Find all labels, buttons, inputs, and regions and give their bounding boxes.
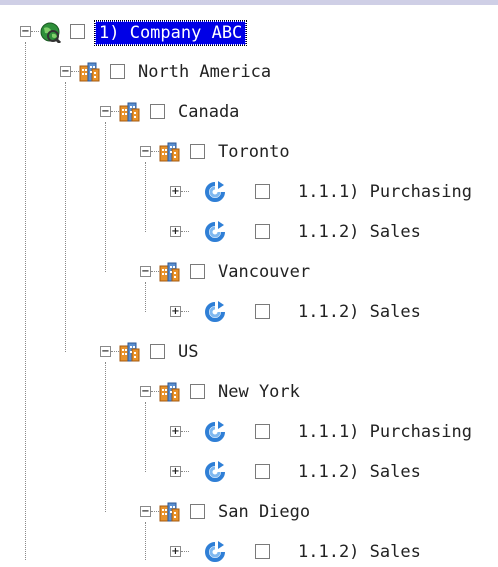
building-icon (159, 502, 180, 522)
department-icon (205, 181, 226, 202)
tree-connector-stub (181, 191, 189, 192)
tree-node-san-diego-sales[interactable]: + 1.1.2) Sales (170, 541, 498, 567)
collapse-toggle[interactable]: − (140, 266, 151, 277)
tree-node-toronto-purchasing[interactable]: + 1.1.1) Purchasing (170, 181, 498, 207)
tree-connector-line (145, 162, 146, 232)
expand-toggle[interactable]: + (170, 226, 181, 237)
node-checkbox[interactable] (255, 464, 270, 479)
node-checkbox[interactable] (70, 24, 85, 39)
expand-toggle[interactable]: + (170, 186, 181, 197)
expand-toggle[interactable]: + (170, 466, 181, 477)
node-checkbox[interactable] (255, 224, 270, 239)
tree-connector-stub (151, 151, 159, 152)
tree-connector-line (25, 42, 26, 560)
node-label[interactable]: Vancouver (215, 261, 313, 283)
node-checkbox[interactable] (150, 104, 165, 119)
node-label[interactable]: San Diego (215, 501, 313, 523)
tree-node-north-america[interactable]: − North America (60, 61, 498, 87)
tree-connector-stub (181, 431, 189, 432)
tree-connector-stub (181, 471, 189, 472)
tree-connector-stub (151, 271, 159, 272)
node-checkbox[interactable] (190, 144, 205, 159)
node-checkbox[interactable] (190, 264, 205, 279)
collapse-toggle[interactable]: − (20, 26, 31, 37)
node-label[interactable]: 1.1.2) Sales (295, 301, 424, 323)
tree-node-san-diego[interactable]: − San Diego (140, 501, 498, 527)
expand-toggle[interactable]: + (170, 426, 181, 437)
department-icon (205, 301, 226, 322)
node-label[interactable]: Toronto (215, 141, 293, 163)
building-icon (79, 62, 100, 82)
tree-node-vancouver[interactable]: − Vancouver (140, 261, 498, 287)
node-label[interactable]: 1.1.1) Purchasing (295, 421, 475, 443)
node-checkbox[interactable] (255, 424, 270, 439)
node-checkbox[interactable] (255, 544, 270, 559)
building-icon (159, 142, 180, 162)
collapse-toggle[interactable]: − (140, 386, 151, 397)
node-label[interactable]: 1.1.2) Sales (295, 221, 424, 243)
node-label[interactable]: 1.1.1) Purchasing (295, 181, 475, 203)
tree-node-new-york-purchasing[interactable]: + 1.1.1) Purchasing (170, 421, 498, 447)
node-label[interactable]: New York (215, 381, 303, 403)
tree-connector-line (145, 402, 146, 472)
expand-toggle[interactable]: + (170, 306, 181, 317)
tree-connector-stub (151, 511, 159, 512)
node-label[interactable]: 1.1.2) Sales (295, 461, 424, 483)
building-icon (119, 342, 140, 362)
node-checkbox[interactable] (110, 64, 125, 79)
tree-connector-stub (181, 551, 189, 552)
node-checkbox[interactable] (150, 344, 165, 359)
org-tree: − 1) Company ABC − North America − Canad… (0, 0, 498, 562)
tree-node-toronto-sales[interactable]: + 1.1.2) Sales (170, 221, 498, 247)
tree-connector-stub (111, 351, 119, 352)
tree-connector-stub (71, 71, 79, 72)
tree-node-vancouver-sales[interactable]: + 1.1.2) Sales (170, 301, 498, 327)
tree-node-company-abc[interactable]: − 1) Company ABC (20, 20, 498, 47)
expand-toggle[interactable]: + (170, 546, 181, 557)
collapse-toggle[interactable]: − (140, 146, 151, 157)
node-label[interactable]: Canada (175, 101, 242, 123)
department-icon (205, 461, 226, 482)
tree-connector-line (145, 522, 146, 560)
tree-connector-stub (151, 391, 159, 392)
department-icon (205, 221, 226, 242)
tree-node-canada[interactable]: − Canada (100, 101, 498, 127)
node-checkbox[interactable] (190, 384, 205, 399)
tree-node-toronto[interactable]: − Toronto (140, 141, 498, 167)
tree-node-new-york[interactable]: − New York (140, 381, 498, 407)
tree-connector-line (65, 82, 66, 352)
tree-connector-stub (31, 31, 39, 32)
node-label[interactable]: North America (135, 61, 274, 83)
globe-search-icon (39, 21, 61, 43)
collapse-toggle[interactable]: − (140, 506, 151, 517)
tree-connector-stub (111, 111, 119, 112)
department-icon (205, 421, 226, 442)
node-label[interactable]: US (175, 341, 201, 363)
tree-connector-stub (181, 231, 189, 232)
building-icon (119, 102, 140, 122)
building-icon (159, 262, 180, 282)
collapse-toggle[interactable]: − (60, 66, 71, 77)
collapse-toggle[interactable]: − (100, 106, 111, 117)
tree-connector-line (105, 362, 106, 512)
tree-connector-stub (181, 311, 189, 312)
collapse-toggle[interactable]: − (100, 346, 111, 357)
node-checkbox[interactable] (190, 504, 205, 519)
building-icon (159, 382, 180, 402)
node-checkbox[interactable] (255, 304, 270, 319)
tree-node-us[interactable]: − US (100, 341, 498, 367)
node-checkbox[interactable] (255, 184, 270, 199)
tree-node-new-york-sales[interactable]: + 1.1.2) Sales (170, 461, 498, 487)
node-label[interactable]: 1) Company ABC (93, 20, 248, 46)
tree-connector-line (105, 122, 106, 272)
